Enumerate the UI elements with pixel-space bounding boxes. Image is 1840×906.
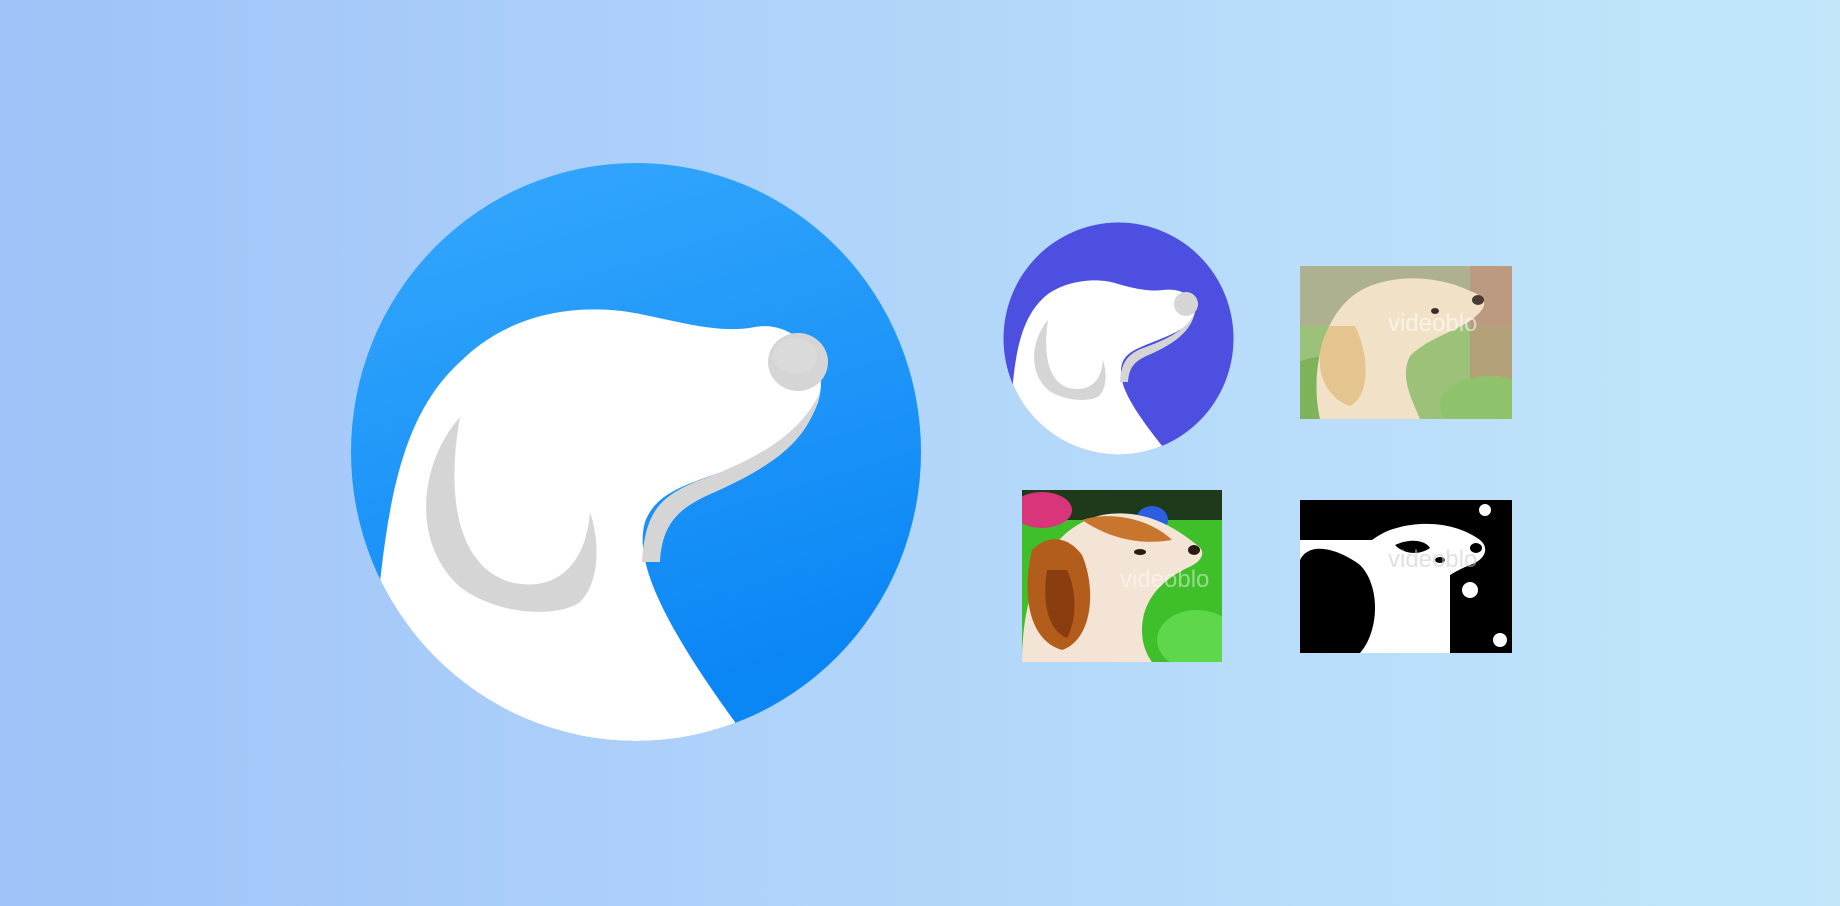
dog-photo-natural: videoblo	[1300, 266, 1512, 419]
small-dog-logo-icon	[1003, 222, 1234, 455]
dog-photo-threshold: videoblo	[1300, 500, 1512, 653]
dog-nose	[1174, 292, 1198, 316]
dog-photo-saturated: videoblo	[1022, 490, 1222, 662]
main-dog-logo-icon	[351, 163, 921, 741]
